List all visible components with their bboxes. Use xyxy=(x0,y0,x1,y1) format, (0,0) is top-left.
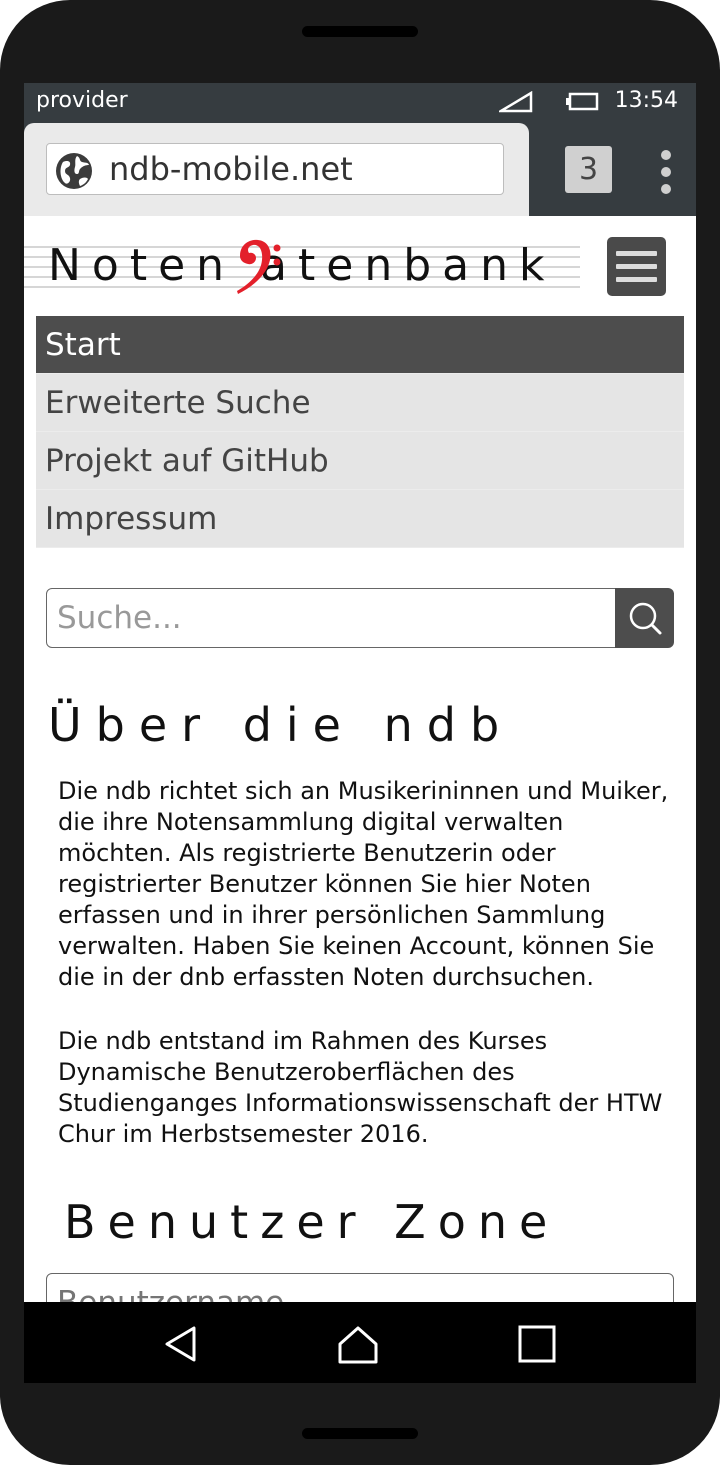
bottom-speaker xyxy=(302,1428,418,1439)
phone-frame: provider 13:54 ndb-mobile.net 3 Noten at… xyxy=(0,0,720,1465)
url-text: ndb-mobile.net xyxy=(109,150,353,188)
home-icon[interactable] xyxy=(337,1323,379,1365)
site-logo[interactable]: Noten atenbank xyxy=(24,239,580,294)
logo-text: Noten atenbank xyxy=(48,240,556,291)
main-nav: Start Erweiterte Suche Projekt auf GitHu… xyxy=(36,316,684,548)
battery-icon xyxy=(566,92,599,111)
search-button[interactable] xyxy=(615,588,674,648)
back-icon[interactable] xyxy=(162,1324,202,1364)
browser-menu-icon[interactable] xyxy=(656,145,676,197)
system-nav-bar xyxy=(24,1302,696,1383)
about-heading: Über die ndb xyxy=(48,698,514,752)
earpiece-speaker xyxy=(302,26,418,37)
globe-icon xyxy=(56,153,92,189)
tab-switcher-button[interactable]: 3 xyxy=(565,146,612,193)
search-input[interactable] xyxy=(46,588,616,648)
nav-item-start[interactable]: Start xyxy=(36,316,684,374)
recents-icon[interactable] xyxy=(518,1325,556,1363)
browser-toolbar: ndb-mobile.net 3 xyxy=(24,123,696,216)
search-form xyxy=(46,588,674,648)
signal-icon xyxy=(499,91,533,113)
nav-item-erweiterte-suche[interactable]: Erweiterte Suche xyxy=(36,374,684,432)
status-bar: provider 13:54 xyxy=(24,83,696,123)
address-bar[interactable]: ndb-mobile.net xyxy=(46,143,504,195)
bass-clef-icon xyxy=(237,239,281,294)
menu-toggle-button[interactable] xyxy=(607,237,666,296)
screen: provider 13:54 ndb-mobile.net 3 Noten at… xyxy=(24,83,696,1383)
site-header: Noten atenbank xyxy=(24,216,696,316)
carrier-name: provider xyxy=(36,88,128,113)
about-paragraph-2: Die ndb entstand im Rahmen des Kurses Dy… xyxy=(58,1027,663,1148)
clock: 13:54 xyxy=(614,88,678,113)
nav-item-github[interactable]: Projekt auf GitHub xyxy=(36,432,684,490)
user-zone-heading: Benutzer Zone xyxy=(64,1195,560,1249)
about-paragraph-1: Die ndb richtet sich an Musikerininnen u… xyxy=(58,777,669,991)
nav-item-impressum[interactable]: Impressum xyxy=(36,490,684,548)
browser-tab: ndb-mobile.net xyxy=(24,123,529,216)
search-icon xyxy=(629,602,662,635)
